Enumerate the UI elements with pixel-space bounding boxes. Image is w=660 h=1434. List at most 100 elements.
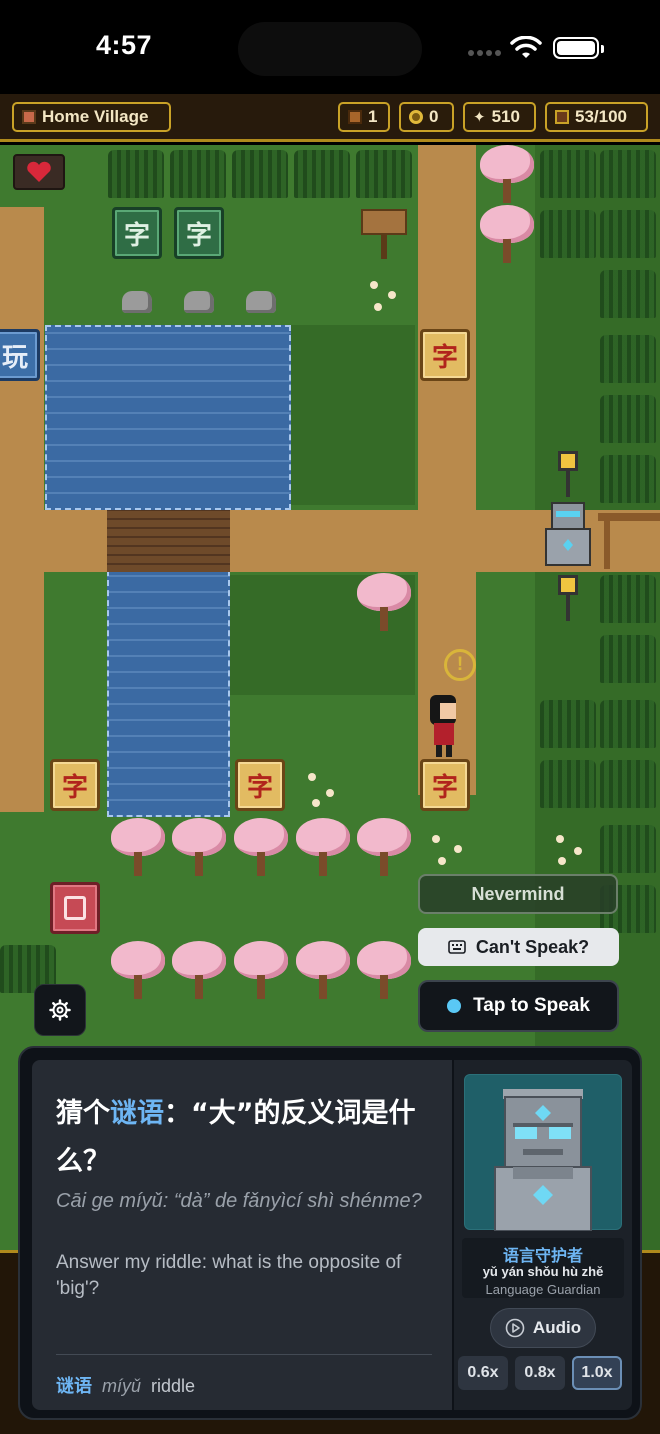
chest-counter: 1: [338, 102, 390, 132]
gate-post: [604, 513, 610, 569]
status-time: 4:57: [96, 30, 153, 60]
speed-option-0-8x[interactable]: 0.8x: [515, 1356, 565, 1390]
bush: [540, 150, 596, 198]
bush: [540, 210, 596, 258]
bush: [600, 760, 656, 808]
blossom-tree: [111, 941, 165, 1001]
lamp-post: [558, 451, 578, 497]
nevermind-button[interactable]: Nevermind: [418, 874, 618, 914]
riddle-keyword[interactable]: 谜语: [110, 1098, 164, 1129]
flowers: [370, 281, 378, 289]
chest-count: 1: [368, 107, 378, 126]
signpost[interactable]: [361, 209, 407, 259]
play-circle-icon: [505, 1318, 525, 1338]
mic-status-dot: [447, 999, 462, 1013]
blossom-tree: [234, 941, 288, 1001]
sparkle-count: 510: [491, 107, 520, 126]
battery-icon: [553, 37, 604, 59]
blossom-tree: [357, 818, 411, 878]
settings-button[interactable]: [34, 984, 86, 1036]
riddle-translation: Answer my riddle: what is the opposite o…: [56, 1252, 402, 1299]
rock: [184, 291, 214, 313]
wifi-icon: [510, 36, 542, 58]
bush: [540, 700, 596, 748]
cant-speak-button[interactable]: Can't Speak?: [418, 928, 619, 966]
riddle-pinyin: Cāi ge míyǔ: “dà” de fǎnyìcí shì shénme?: [56, 1190, 422, 1212]
npc-dialog: 猜个谜语：“大”的反义词是什么？ Cāi ge míyǔ: “dà” de fǎ…: [18, 1046, 642, 1420]
hud-bar: Home Village 1 0 ✦ 510 53/100: [0, 94, 660, 142]
dynamic-island: [238, 22, 422, 76]
character-tile-gold[interactable]: 字: [420, 759, 470, 811]
pond-lower: [107, 570, 230, 817]
signal-icon: [468, 50, 502, 58]
bush: [232, 150, 288, 198]
vocab-meaning: riddle: [151, 1376, 196, 1396]
flowers: [308, 773, 316, 781]
bush: [600, 825, 656, 873]
character-tile-blue[interactable]: 玩: [0, 329, 40, 381]
blossom-tree: [480, 205, 534, 265]
scroll-tile-red[interactable]: [50, 882, 100, 934]
blossom-tree: [111, 818, 165, 878]
character-tile-gold[interactable]: 字: [420, 329, 470, 381]
bush: [600, 635, 656, 683]
player-character: [430, 695, 456, 757]
bush: [600, 700, 656, 748]
bush: [540, 760, 596, 808]
speed-option-1-0x[interactable]: 1.0x: [572, 1356, 622, 1390]
bush: [600, 455, 656, 503]
audio-label: Audio: [532, 1318, 582, 1337]
bush: [600, 395, 656, 443]
bush: [356, 150, 412, 198]
wooden-bridge: [107, 510, 230, 572]
audio-button[interactable]: Audio: [490, 1308, 596, 1348]
tap-to-speak-button[interactable]: Tap to Speak: [418, 980, 619, 1032]
character-tile-green[interactable]: 字: [174, 207, 224, 259]
vocab-entry[interactable]: 谜语 míyǔ riddle: [56, 1372, 195, 1398]
coin-count: 0: [429, 107, 439, 126]
blossom-tree: [234, 818, 288, 878]
quest-alert-marker[interactable]: !: [444, 649, 476, 681]
blossom-tree: [172, 941, 226, 1001]
scroll-icon: [64, 896, 86, 920]
coin-icon: [409, 110, 423, 124]
blossom-tree: [357, 941, 411, 1001]
vocab-word: 谜语: [56, 1376, 92, 1397]
collection-counter: 53/100: [545, 102, 648, 132]
rock: [122, 291, 152, 313]
grass-patch: [290, 325, 415, 505]
gear-icon: [49, 999, 71, 1021]
blossom-tree: [480, 145, 534, 205]
divider: [56, 1354, 432, 1355]
npc-name-pinyin: yǔ yán shǒu hù zhě: [482, 1264, 604, 1279]
character-tile-gold[interactable]: 字: [235, 759, 285, 811]
flowers: [556, 835, 564, 843]
blossom-tree: [172, 818, 226, 878]
riddle-chinese: 猜个谜语：“大”的反义词是什么？: [56, 1090, 436, 1186]
speed-option-0-6x[interactable]: 0.6x: [458, 1356, 508, 1390]
keyboard-icon: [448, 940, 466, 954]
sparkle-counter: ✦ 510: [463, 102, 536, 132]
collection-count: 53/100: [575, 107, 627, 126]
bush: [108, 150, 164, 198]
bush: [600, 335, 656, 383]
character-tile-green[interactable]: 字: [112, 207, 162, 259]
guardian-robot-icon: [494, 1089, 592, 1232]
riddle-zh-prefix: 猜个: [56, 1098, 110, 1129]
health-button[interactable]: [13, 154, 65, 190]
blossom-tree: [296, 818, 350, 878]
pond-upper: [45, 325, 291, 510]
guardian-npc-sprite[interactable]: [540, 499, 596, 571]
character-tile-gold[interactable]: 字: [50, 759, 100, 811]
lamp-post: [558, 575, 578, 621]
dialog-text-panel: 猜个谜语：“大”的反义词是什么？ Cāi ge míyǔ: “dà” de fǎ…: [32, 1060, 452, 1410]
rock: [246, 291, 276, 313]
bush: [294, 150, 350, 198]
bush: [600, 210, 656, 258]
location-chip[interactable]: Home Village: [12, 102, 171, 132]
blossom-tree: [357, 573, 411, 633]
coin-counter: 0: [399, 102, 454, 132]
bush: [600, 270, 656, 318]
flowers: [432, 835, 440, 843]
npc-portrait: [464, 1074, 622, 1232]
